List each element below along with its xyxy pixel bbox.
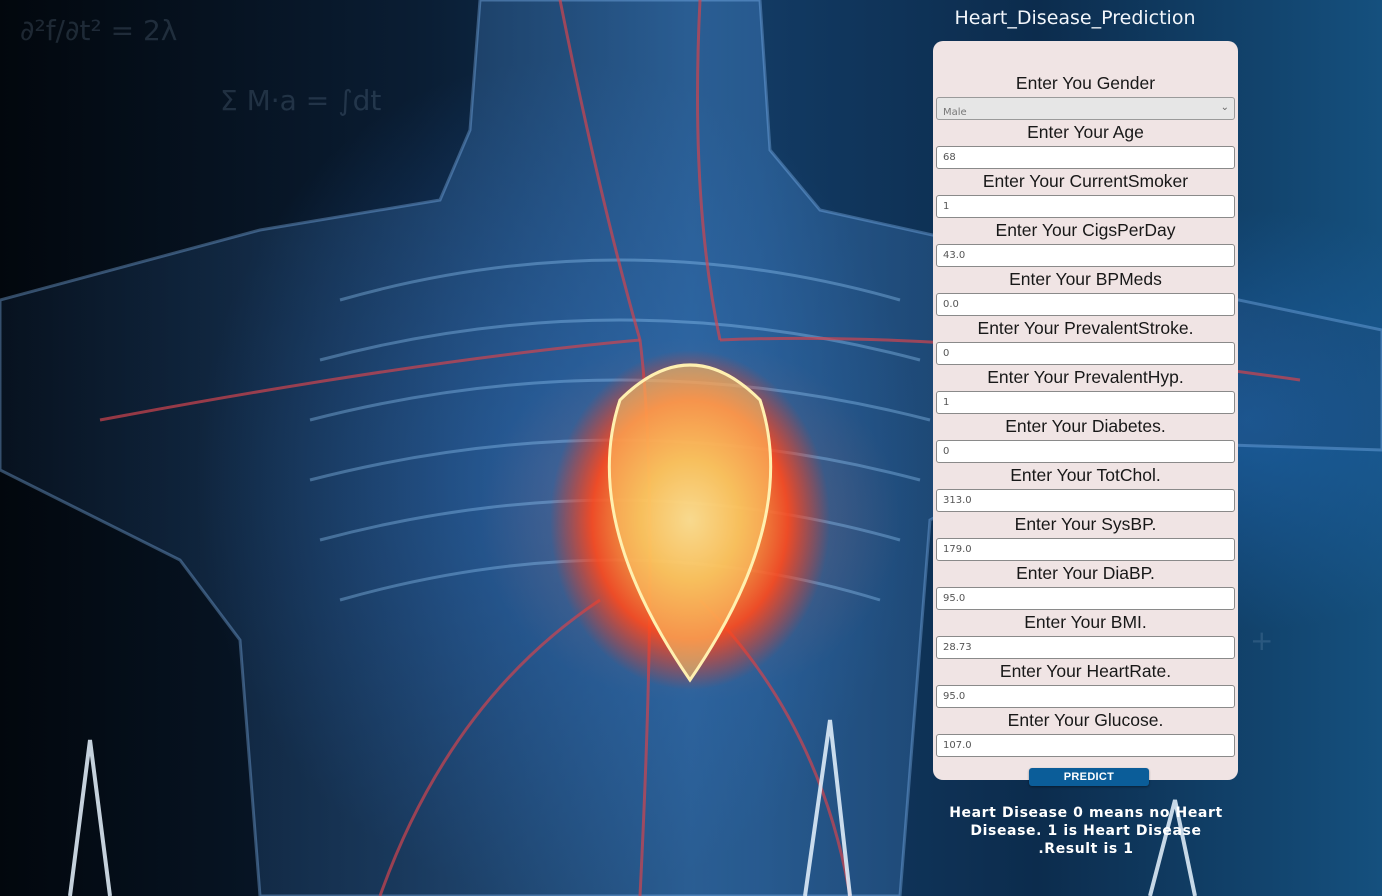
prediction-result: Heart Disease 0 means no Heart Disease. …	[949, 805, 1223, 857]
svg-text:Σ M·a = ∫dt: Σ M·a = ∫dt	[220, 84, 381, 117]
cigs-per-day-input[interactable]	[936, 244, 1235, 267]
cigs-per-day-label: Enter Your CigsPerDay	[995, 220, 1176, 240]
gender-select[interactable]: Male ⌄	[936, 97, 1235, 120]
bmi-input[interactable]	[936, 636, 1235, 659]
prevalent-stroke-label: Enter Your PrevalentStroke.	[977, 318, 1194, 338]
field-sys-bp: Enter Your SysBP.	[936, 513, 1235, 561]
prevalent-hyp-label: Enter Your PrevalentHyp.	[987, 367, 1184, 387]
field-age: Enter Your Age	[936, 121, 1235, 169]
page-title: Heart_Disease_Prediction	[954, 7, 1196, 29]
field-bmi: Enter Your BMI.	[936, 611, 1235, 659]
tot-chol-label: Enter Your TotChol.	[1010, 465, 1161, 485]
current-smoker-input[interactable]	[936, 195, 1235, 218]
current-smoker-label: Enter Your CurrentSmoker	[982, 171, 1189, 191]
field-bp-meds: Enter Your BPMeds	[936, 268, 1235, 316]
prevalent-stroke-input[interactable]	[936, 342, 1235, 365]
bmi-label: Enter Your BMI.	[1024, 612, 1147, 632]
heart-rate-input[interactable]	[936, 685, 1235, 708]
field-prevalent-hyp: Enter Your PrevalentHyp.	[936, 366, 1235, 414]
gender-label: Enter You Gender	[1015, 73, 1156, 93]
field-current-smoker: Enter Your CurrentSmoker	[936, 170, 1235, 218]
sys-bp-input[interactable]	[936, 538, 1235, 561]
field-gender: Enter You Gender Male ⌄	[936, 72, 1235, 120]
age-label: Enter Your Age	[1027, 122, 1144, 142]
glucose-input[interactable]	[936, 734, 1235, 757]
field-glucose: Enter Your Glucose.	[936, 709, 1235, 757]
sys-bp-label: Enter Your SysBP.	[1014, 514, 1157, 534]
heart-rate-label: Enter Your HeartRate.	[999, 661, 1172, 681]
tot-chol-input[interactable]	[936, 489, 1235, 512]
chevron-down-icon: ⌄	[1220, 102, 1229, 113]
field-heart-rate: Enter Your HeartRate.	[936, 660, 1235, 708]
svg-text:+: +	[1250, 624, 1273, 657]
diabetes-input[interactable]	[936, 440, 1235, 463]
glucose-label: Enter Your Glucose.	[1007, 710, 1164, 730]
predict-button[interactable]: PREDICT	[1029, 768, 1149, 786]
svg-text:∂²f/∂t² = 2λ: ∂²f/∂t² = 2λ	[20, 14, 177, 47]
gender-select-value[interactable]: Male	[936, 97, 1235, 120]
field-prevalent-stroke: Enter Your PrevalentStroke.	[936, 317, 1235, 365]
dia-bp-input[interactable]	[936, 587, 1235, 610]
dia-bp-label: Enter Your DiaBP.	[1016, 563, 1155, 583]
field-diabetes: Enter Your Diabetes.	[936, 415, 1235, 463]
diabetes-label: Enter Your Diabetes.	[1005, 416, 1166, 436]
prediction-form: Enter You Gender Male ⌄ Enter Your Age E…	[933, 41, 1238, 780]
bp-meds-input[interactable]	[936, 293, 1235, 316]
bp-meds-label: Enter Your BPMeds	[1009, 269, 1162, 289]
field-cigs-per-day: Enter Your CigsPerDay	[936, 219, 1235, 267]
field-dia-bp: Enter Your DiaBP.	[936, 562, 1235, 610]
age-input[interactable]	[936, 146, 1235, 169]
prevalent-hyp-input[interactable]	[936, 391, 1235, 414]
field-tot-chol: Enter Your TotChol.	[936, 464, 1235, 512]
